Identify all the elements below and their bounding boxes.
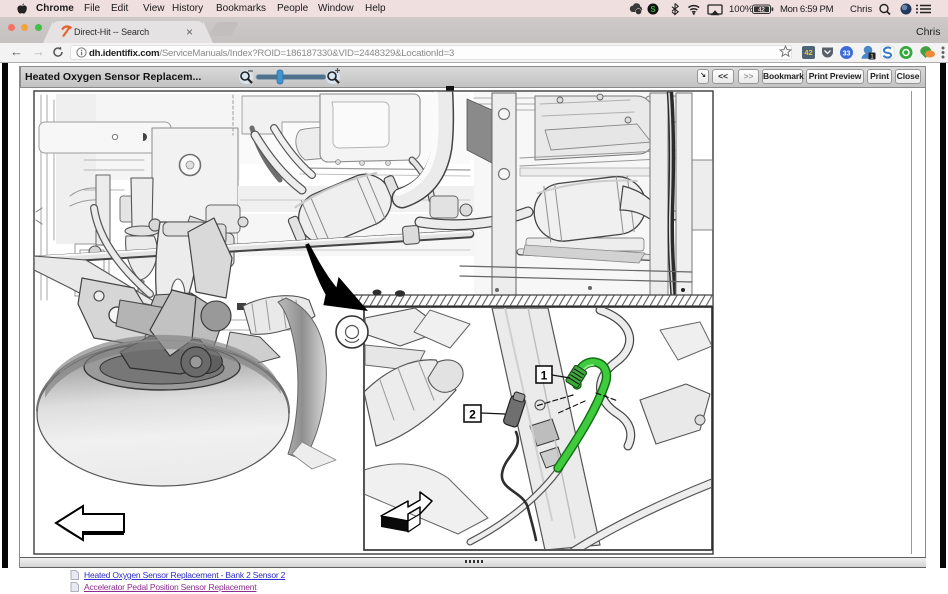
svg-text:33: 33 — [843, 50, 851, 57]
svg-text:S: S — [650, 5, 656, 14]
svg-text:42: 42 — [804, 48, 812, 57]
svg-text:1: 1 — [541, 369, 548, 383]
svg-text:2: 2 — [469, 408, 476, 422]
svg-text:42: 42 — [758, 8, 765, 14]
